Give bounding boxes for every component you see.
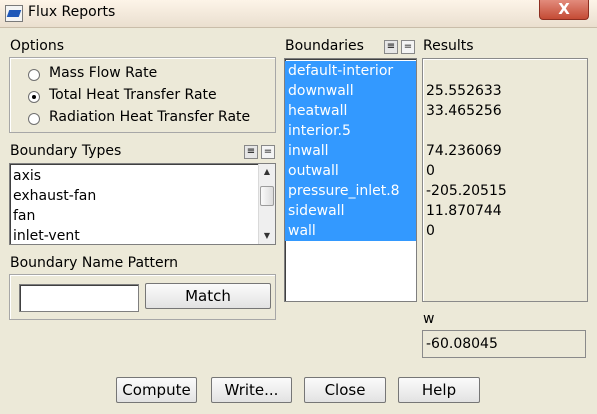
list-item[interactable]: interior.5: [285, 121, 416, 141]
list-item[interactable]: outwall: [285, 161, 416, 181]
title-bar: Flux Reports X: [0, 0, 597, 28]
option-label: Mass Flow Rate: [49, 65, 158, 81]
select-all-icon[interactable]: ≡: [244, 145, 258, 159]
name-pattern-group: Match: [9, 274, 276, 320]
boundary-types-label: Boundary Types: [10, 143, 122, 159]
app-icon: [5, 5, 23, 22]
scroll-thumb[interactable]: [260, 186, 274, 206]
option-label: Total Heat Transfer Rate: [49, 87, 217, 103]
boundary-types-scrollbar[interactable]: ▲ ▼: [258, 164, 275, 244]
scroll-up-icon[interactable]: ▲: [259, 164, 275, 180]
name-pattern-input[interactable]: [19, 284, 139, 312]
result-value: 11.870744: [426, 203, 502, 219]
boundary-types-list[interactable]: axis exhaust-fan fan inlet-vent ▲ ▼: [9, 163, 276, 245]
total-unit-label: w: [423, 311, 435, 327]
list-item[interactable]: wall: [285, 221, 416, 241]
results-label: Results: [423, 38, 474, 54]
list-item[interactable]: axis: [10, 166, 275, 186]
write-button[interactable]: Write...: [211, 377, 292, 403]
compute-button[interactable]: Compute: [116, 377, 197, 403]
match-button[interactable]: Match: [145, 283, 271, 309]
list-item[interactable]: downwall: [285, 81, 416, 101]
list-item[interactable]: default-interior: [285, 61, 416, 81]
radio-total-heat-transfer-rate[interactable]: [28, 91, 40, 103]
scroll-down-icon[interactable]: ▼: [259, 228, 275, 244]
close-button[interactable]: Close: [304, 377, 386, 403]
results-list: 25.552633 33.465256 74.236069 0 -205.205…: [422, 58, 588, 302]
result-value: 74.236069: [426, 143, 502, 159]
boundaries-list[interactable]: default-interior downwall heatwall inter…: [284, 58, 417, 302]
select-all-icon[interactable]: ≡: [384, 40, 398, 54]
result-value: -205.20515: [426, 183, 507, 199]
result-value: 33.465256: [426, 103, 502, 119]
result-value: 0: [426, 223, 435, 239]
help-button[interactable]: Help: [398, 377, 480, 403]
option-label: Radiation Heat Transfer Rate: [49, 109, 251, 125]
name-pattern-label: Boundary Name Pattern: [10, 255, 178, 271]
deselect-all-icon[interactable]: =: [401, 40, 415, 54]
window-close-button[interactable]: X: [539, 0, 589, 20]
boundaries-label: Boundaries: [285, 38, 364, 54]
radio-mass-flow-rate[interactable]: [28, 69, 40, 81]
result-value: [423, 121, 587, 141]
list-item[interactable]: inlet-vent: [10, 226, 275, 244]
result-value: 25.552633: [426, 83, 502, 99]
list-item[interactable]: inwall: [285, 141, 416, 161]
result-value: [423, 61, 587, 81]
list-item[interactable]: heatwall: [285, 101, 416, 121]
list-item[interactable]: exhaust-fan: [10, 186, 275, 206]
result-value: 0: [426, 163, 435, 179]
options-group: Mass Flow Rate Total Heat Transfer Rate …: [9, 57, 276, 133]
options-label: Options: [10, 38, 65, 54]
list-item[interactable]: sidewall: [285, 201, 416, 221]
list-item[interactable]: fan: [10, 206, 275, 226]
deselect-all-icon[interactable]: =: [261, 145, 275, 159]
window-title: Flux Reports: [28, 4, 116, 20]
radio-radiation-heat-transfer-rate[interactable]: [28, 113, 40, 125]
total-value: -60.08045: [422, 330, 586, 358]
list-item[interactable]: pressure_inlet.8: [285, 181, 416, 201]
